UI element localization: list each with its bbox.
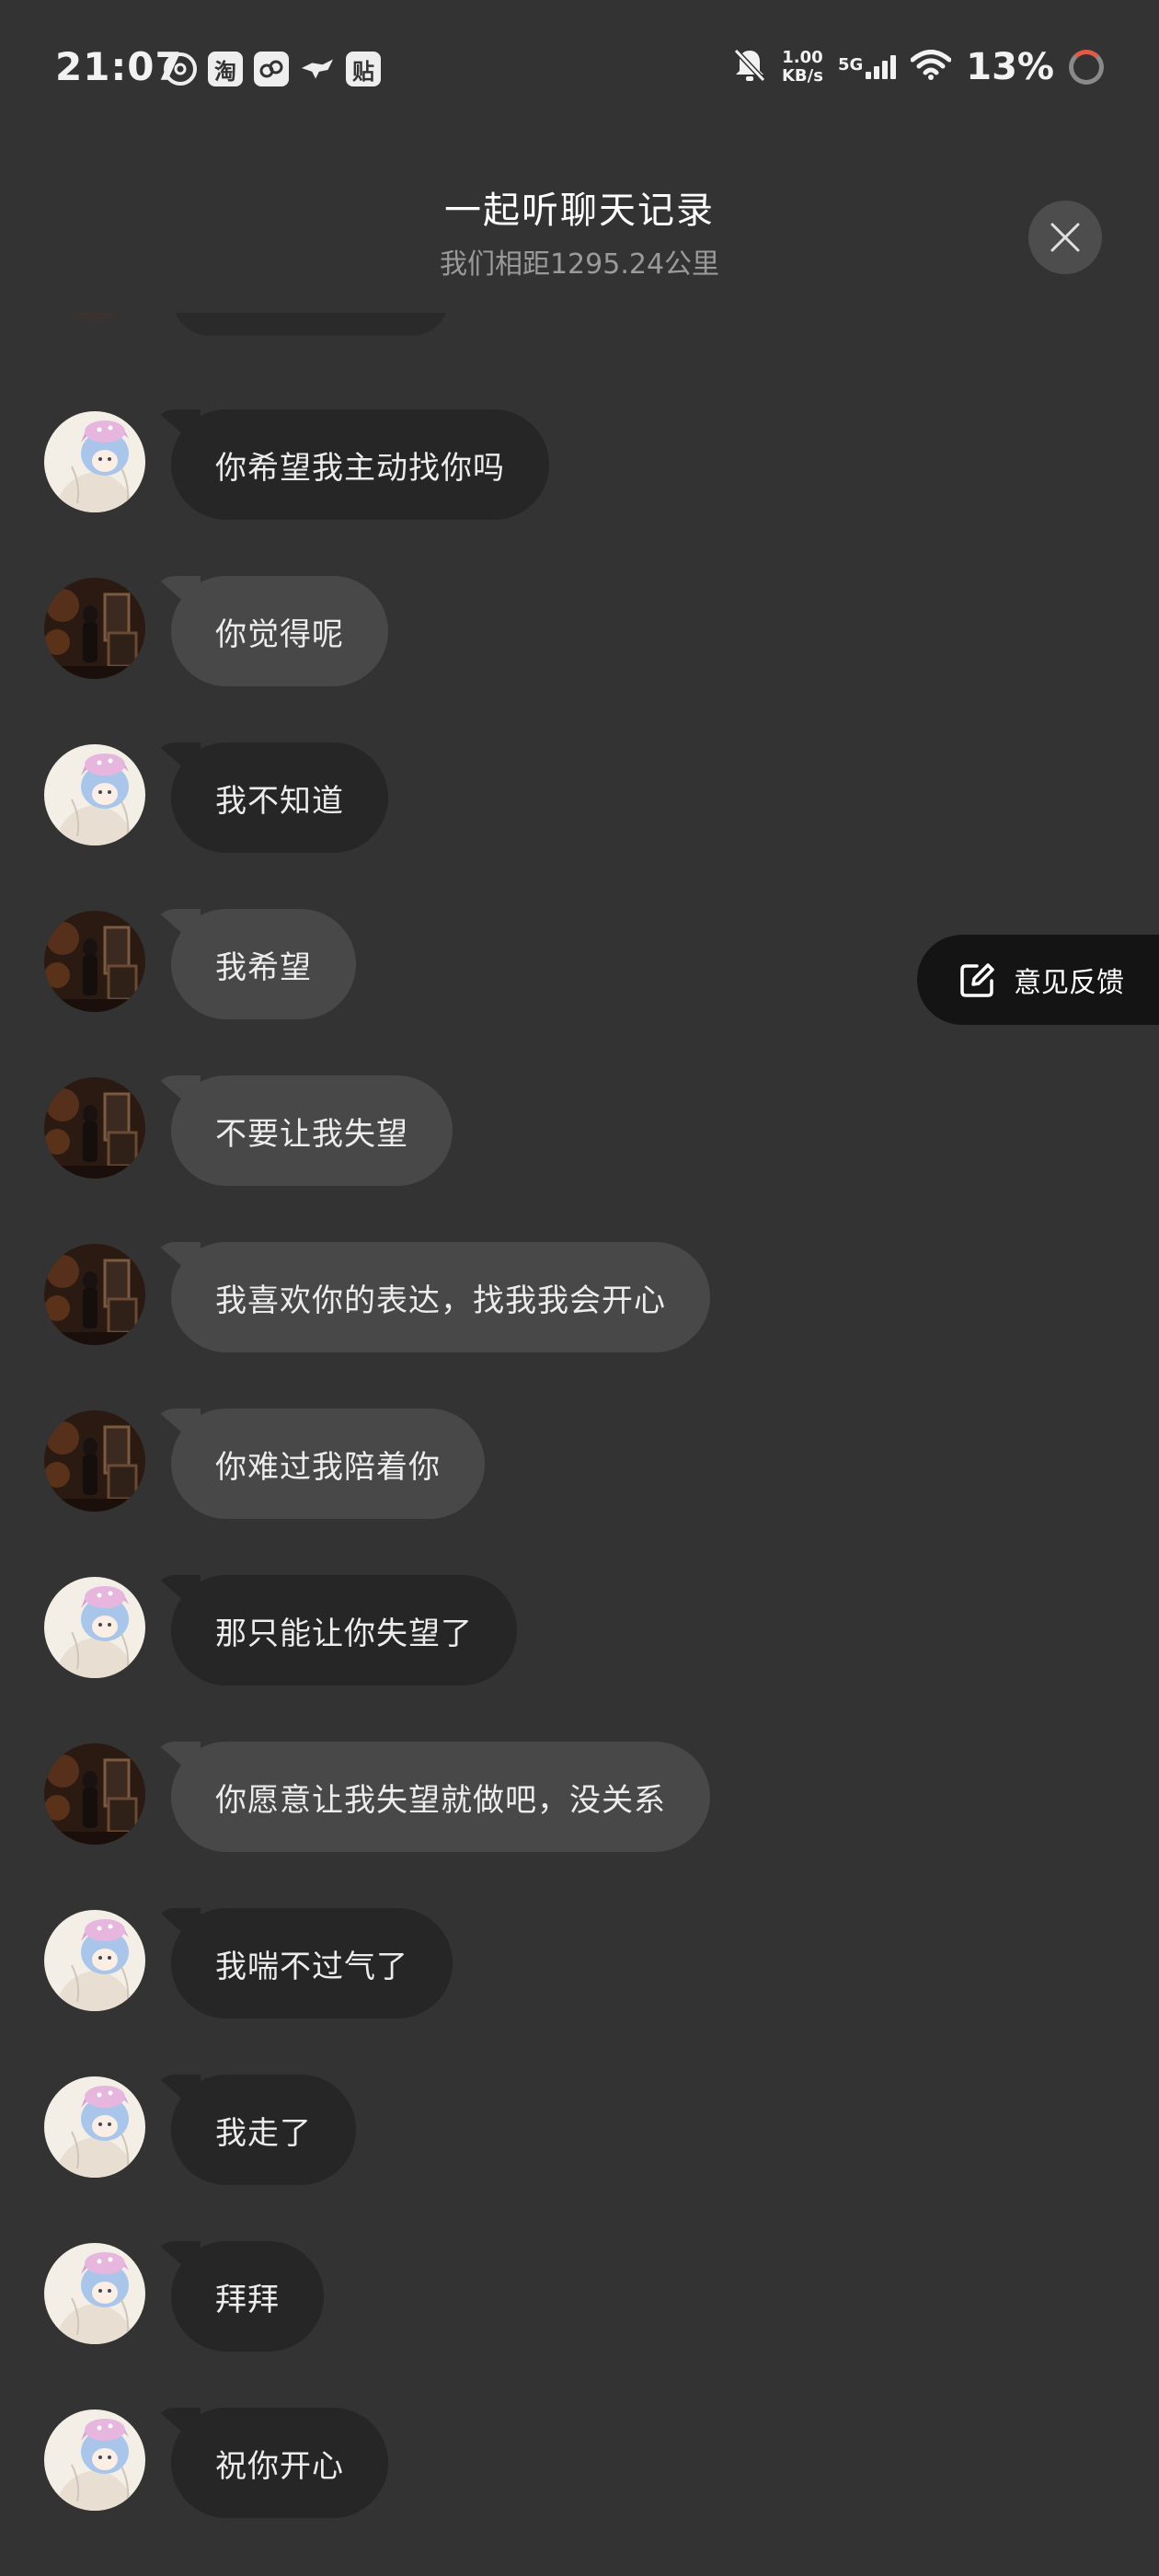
tmall-icon	[300, 52, 335, 86]
net-speed: 1.00 KB/s	[782, 49, 823, 86]
message-bubble[interactable]: 我喘不过气了	[171, 1908, 453, 2018]
wifi-icon	[910, 50, 952, 85]
message-bubble	[173, 313, 449, 336]
close-icon	[1050, 223, 1080, 252]
edit-icon	[960, 963, 994, 997]
tieba-icon: 贴	[346, 52, 381, 86]
message-row: 我喜欢你的表达，找我我会开心	[44, 1242, 872, 1354]
avatar[interactable]	[44, 1743, 145, 1845]
page-title: 一起听聊天记录	[444, 190, 715, 232]
notification-icons: 淘 贴	[164, 52, 381, 86]
message-bubble[interactable]: 你觉得呢	[171, 576, 388, 686]
message-bubble[interactable]: 我希望	[171, 909, 356, 1019]
message-bubble[interactable]: 你难过我陪着你	[171, 1409, 485, 1519]
avatar[interactable]	[44, 578, 145, 679]
netease-music-icon	[164, 52, 197, 86]
message-row: 你觉得呢	[44, 576, 872, 688]
signal-bars-icon	[866, 55, 897, 79]
message-row: 你希望我主动找你吗	[44, 409, 872, 522]
message-bubble[interactable]: 祝你开心	[171, 2408, 388, 2518]
battery-percent: 13%	[966, 46, 1054, 88]
link-app-icon	[254, 52, 289, 86]
avatar[interactable]	[44, 2409, 145, 2511]
message-row: 拜拜	[44, 2241, 872, 2353]
distance-subtitle: 我们相距1295.24公里	[439, 248, 720, 281]
avatar[interactable]	[44, 1410, 145, 1512]
message-bubble[interactable]: 你希望我主动找你吗	[171, 409, 549, 520]
message-bubble[interactable]: 那只能让你失望了	[171, 1575, 517, 1685]
message-row: 不要让我失望	[44, 1075, 872, 1188]
message-row: 那只能让你失望了	[44, 1575, 872, 1687]
status-bar: 21:07 淘 贴 1.00 KB/s 5G 13%	[0, 0, 1159, 138]
feedback-button[interactable]: 意见反馈	[917, 935, 1159, 1025]
message-row: 祝你开心	[44, 2408, 872, 2520]
signal-indicator: 5G	[837, 55, 897, 79]
message-bubble[interactable]: 我走了	[171, 2075, 356, 2185]
avatar[interactable]	[44, 411, 145, 512]
avatar[interactable]	[44, 1910, 145, 2011]
battery-ring-icon	[1069, 50, 1104, 85]
message-row: 你愿意让我失望就做吧，没关系	[44, 1742, 872, 1854]
system-icons: 1.00 KB/s 5G 13%	[732, 46, 1104, 88]
message-bubble[interactable]: 你愿意让我失望就做吧，没关系	[171, 1742, 710, 1852]
avatar[interactable]	[44, 744, 145, 845]
avatar[interactable]	[44, 2076, 145, 2178]
avatar[interactable]	[44, 1244, 145, 1345]
avatar[interactable]	[44, 2243, 145, 2344]
message-row: 我喘不过气了	[44, 1908, 872, 2020]
message-row: 你难过我陪着你	[44, 1409, 872, 1521]
chat-history-list[interactable]: 你希望我主动找你吗 你觉得呢 我不知道 我希望 不要让我失望 我喜欢你的表达，找…	[0, 313, 1159, 2576]
message-bubble[interactable]: 不要让我失望	[171, 1075, 453, 1186]
message-bubble[interactable]: 我不知道	[171, 742, 388, 853]
message-row: 我希望	[44, 909, 872, 1021]
net-speed-unit: KB/s	[781, 66, 823, 86]
network-type: 5G	[837, 55, 864, 75]
message-bubble[interactable]: 拜拜	[171, 2241, 324, 2352]
net-speed-value: 1.00	[782, 48, 823, 67]
avatar	[63, 313, 127, 320]
close-button[interactable]	[1028, 201, 1102, 274]
avatar[interactable]	[44, 1077, 145, 1179]
avatar[interactable]	[44, 1577, 145, 1678]
feedback-label: 意见反馈	[1014, 967, 1124, 999]
avatar[interactable]	[44, 911, 145, 1012]
mute-bell-icon	[732, 47, 767, 87]
taobao-icon: 淘	[208, 52, 243, 86]
message-row: 我走了	[44, 2075, 872, 2187]
message-row: 我不知道	[44, 742, 872, 855]
message-bubble[interactable]: 我喜欢你的表达，找我我会开心	[171, 1242, 710, 1352]
